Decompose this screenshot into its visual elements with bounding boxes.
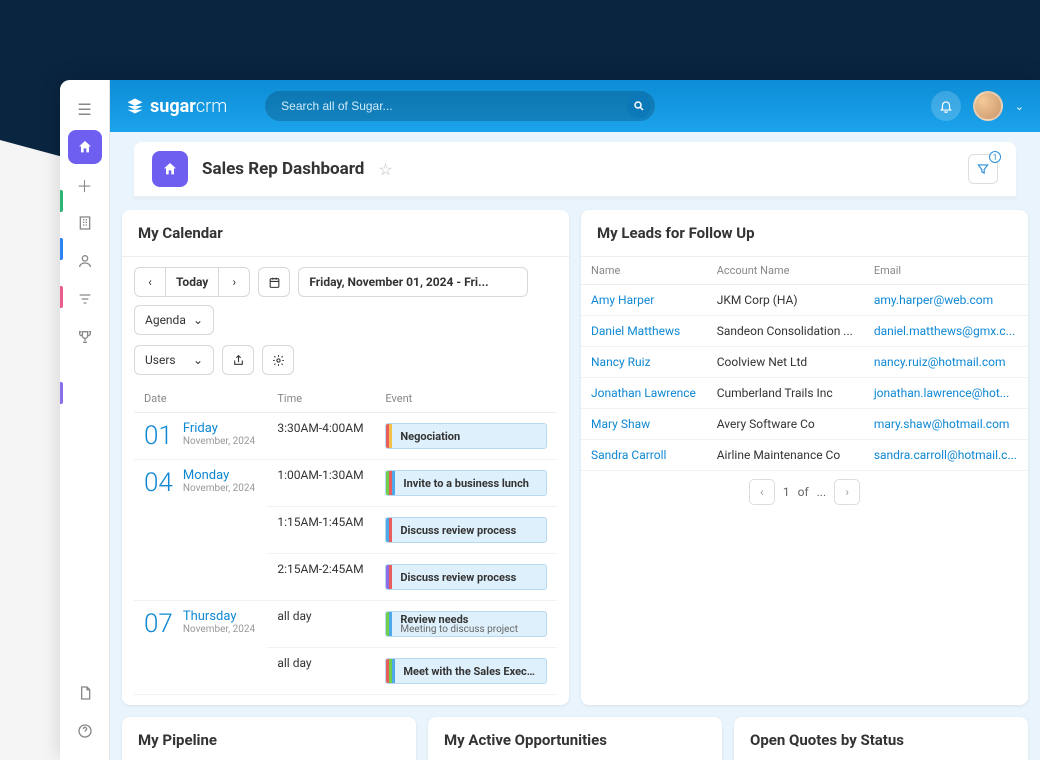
view-select[interactable]: Agenda⌄ xyxy=(134,305,214,335)
pipeline-card: My Pipeline xyxy=(122,717,416,760)
opportunities-card: My Active Opportunities Name Likely↓ Ac.… xyxy=(428,717,722,760)
pager-next[interactable]: › xyxy=(834,479,860,505)
calendar-event[interactable]: Negociation xyxy=(385,423,547,449)
table-row: Jonathan LawrenceCumberland Trails Incjo… xyxy=(581,378,1028,409)
avatar[interactable] xyxy=(973,91,1003,121)
trophy-icon[interactable] xyxy=(68,320,102,354)
logo: sugarcrm xyxy=(126,96,227,117)
lead-name-link[interactable]: Nancy Ruiz xyxy=(591,355,651,369)
star-icon[interactable]: ☆ xyxy=(378,160,392,179)
lead-name-link[interactable]: Amy Harper xyxy=(591,293,654,307)
prev-button[interactable]: ‹ xyxy=(134,267,166,297)
today-button[interactable]: Today xyxy=(165,267,219,297)
filter-button[interactable]: 1 xyxy=(968,154,998,184)
calendar-icon[interactable] xyxy=(258,267,290,297)
doc-icon[interactable] xyxy=(68,676,102,710)
lead-email-link[interactable]: jonathan.lawrence@hot... xyxy=(874,386,1009,400)
lead-email-link[interactable]: amy.harper@web.com xyxy=(874,293,993,307)
calendar-event[interactable]: Discuss review process xyxy=(385,517,547,543)
calendar-event[interactable]: Discuss review process xyxy=(385,564,547,590)
gear-icon[interactable] xyxy=(262,345,294,375)
card-title: Open Quotes by Status xyxy=(734,717,1028,760)
dashboard-home-icon xyxy=(152,151,188,187)
calendar-event[interactable]: Invite to a business lunch xyxy=(385,470,547,496)
home-icon[interactable] xyxy=(68,130,102,164)
calendar-card: My Calendar ‹ Today › xyxy=(122,210,569,705)
table-row: Sandra CarrollAirline Maintenance Cosand… xyxy=(581,440,1028,471)
table-row: Amy HarperJKM Corp (HA)amy.harper@web.co… xyxy=(581,285,1028,316)
card-title: My Active Opportunities xyxy=(428,717,722,760)
chevron-down-icon[interactable]: ⌄ xyxy=(1015,100,1024,113)
building-icon[interactable] xyxy=(68,206,102,240)
pager: ‹ 1 of ... › xyxy=(581,471,1028,513)
leads-card: My Leads for Follow Up Name Account Name… xyxy=(581,210,1028,705)
date-range-select[interactable]: Friday, November 01, 2024 - Fri... xyxy=(298,267,528,297)
card-title: My Pipeline xyxy=(122,717,416,760)
lead-email-link[interactable]: sandra.carroll@hotmail.c... xyxy=(874,448,1017,462)
filter-icon[interactable] xyxy=(68,282,102,316)
lead-email-link[interactable]: nancy.ruiz@hotmail.com xyxy=(874,355,1006,369)
pager-prev[interactable]: ‹ xyxy=(749,479,775,505)
search-icon[interactable] xyxy=(627,94,651,118)
quotes-card: Open Quotes by Status xyxy=(734,717,1028,760)
table-row: 04MondayNovember, 20241:00AM-1:30AMInvit… xyxy=(134,460,557,507)
main-panel: sugarcrm ⌄ Sales Rep Dashb xyxy=(110,80,1040,760)
table-row: Nancy RuizCoolview Net Ltdnancy.ruiz@hot… xyxy=(581,347,1028,378)
search-input[interactable] xyxy=(265,91,655,121)
lead-email-link[interactable]: daniel.matthews@gmx.c... xyxy=(874,324,1015,338)
table-row: Mary ShawAvery Software Comary.shaw@hotm… xyxy=(581,409,1028,440)
help-icon[interactable] xyxy=(68,714,102,748)
calendar-event[interactable]: Review needsMeeting to discuss project xyxy=(385,611,547,637)
menu-icon[interactable]: ☰ xyxy=(68,92,102,126)
users-select[interactable]: Users⌄ xyxy=(134,345,214,375)
plus-icon[interactable]: ＋ xyxy=(68,168,102,202)
table-row: Daniel MatthewsSandeon Consolidation ...… xyxy=(581,316,1028,347)
page-title: Sales Rep Dashboard xyxy=(202,159,364,179)
lead-name-link[interactable]: Daniel Matthews xyxy=(591,324,680,338)
person-icon[interactable] xyxy=(68,244,102,278)
bell-icon[interactable] xyxy=(931,91,961,121)
lead-name-link[interactable]: Jonathan Lawrence xyxy=(591,386,696,400)
topbar: sugarcrm ⌄ xyxy=(110,80,1040,132)
share-icon[interactable] xyxy=(222,345,254,375)
left-rail: ☰ ＋ xyxy=(60,80,110,760)
next-button[interactable]: › xyxy=(218,267,250,297)
calendar-event[interactable]: Meet with the Sales Exec… xyxy=(385,658,547,684)
app-window: ☰ ＋ sugarcrm xyxy=(60,80,1040,760)
table-row: 07ThursdayNovember, 2024all dayReview ne… xyxy=(134,601,557,648)
table-row: 01FridayNovember, 20243:30AM-4:00AMNegoc… xyxy=(134,413,557,460)
card-title: My Leads for Follow Up xyxy=(581,210,1028,257)
page-header: Sales Rep Dashboard ☆ 1 xyxy=(134,142,1016,198)
lead-name-link[interactable]: Mary Shaw xyxy=(591,417,650,431)
lead-email-link[interactable]: mary.shaw@hotmail.com xyxy=(874,417,1010,431)
lead-name-link[interactable]: Sandra Carroll xyxy=(591,448,666,462)
card-title: My Calendar xyxy=(122,210,569,257)
global-search xyxy=(265,91,655,121)
